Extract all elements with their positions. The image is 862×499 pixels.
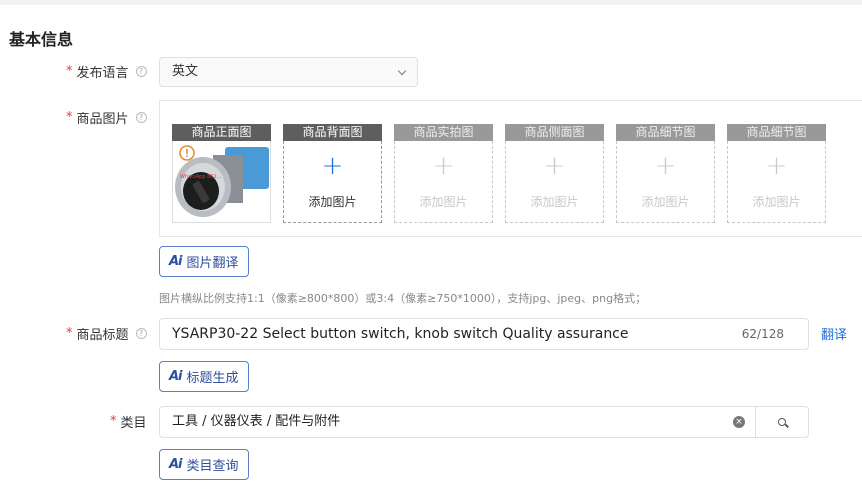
language-label-text: 发布语言 — [76, 66, 129, 81]
images-label: * 商品图片 ? — [66, 108, 147, 127]
category-query-label: 类目查询 — [186, 459, 239, 474]
add-image-label: 添加图片 — [530, 195, 579, 209]
plus-icon: + — [654, 151, 677, 181]
title-label: * 商品标题 ? — [66, 324, 147, 343]
close-circle-icon[interactable]: × — [733, 416, 745, 428]
image-translate-label: 图片翻译 — [186, 256, 239, 271]
add-image-label: 添加图片 — [419, 195, 468, 209]
title-label-text: 商品标题 — [76, 328, 129, 343]
category-input[interactable]: 工具 / 仪器仪表 / 配件与附件 × — [159, 406, 756, 438]
image-translate-button[interactable]: Ai 图片翻译 — [159, 246, 249, 277]
add-image-label: 添加图片 — [641, 195, 690, 209]
product-photo[interactable]: WhatsApp 861... — [172, 141, 271, 223]
add-image-box[interactable]: + 添加图片 — [283, 141, 382, 223]
add-image-box: + 添加图片 — [394, 141, 493, 223]
category-query-button[interactable]: Ai 类目查询 — [159, 449, 249, 480]
image-slot-caption: 商品细节图 — [727, 124, 826, 141]
category-label-text: 类目 — [120, 416, 147, 431]
chevron-down-icon — [397, 66, 407, 76]
required-mark: * — [66, 326, 73, 341]
add-image-box: + 添加图片 — [505, 141, 604, 223]
image-slot-front[interactable]: 商品正面图 WhatsApp 861... — [172, 124, 271, 223]
title-generate-button[interactable]: Ai 标题生成 — [159, 361, 249, 392]
image-slot-detail-2: 商品细节图 + 添加图片 — [727, 124, 826, 223]
add-image-label: 添加图片 — [752, 195, 801, 209]
add-image-label: 添加图片 — [308, 195, 357, 209]
plus-icon: + — [543, 151, 566, 181]
plus-icon: + — [321, 151, 344, 181]
image-slot-real: 商品实拍图 + 添加图片 — [394, 124, 493, 223]
language-select-value: 英文 — [172, 64, 199, 79]
required-mark: * — [66, 64, 73, 79]
category-label: * 类目 — [110, 412, 147, 431]
language-label: * 发布语言 ? — [66, 62, 147, 81]
ai-icon: Ai — [169, 254, 182, 269]
image-slot-caption: 商品实拍图 — [394, 124, 493, 141]
images-label-text: 商品图片 — [76, 112, 129, 127]
product-photo-image: WhatsApp 861... — [173, 141, 270, 222]
product-title-value: YSARP30-22 Select button switch, knob sw… — [172, 326, 629, 342]
image-slot-back[interactable]: 商品背面图 + 添加图片 — [283, 124, 382, 223]
add-image-box: + 添加图片 — [616, 141, 715, 223]
image-format-hint: 图片横纵比例支持1:1（像素≥800*800）或3:4（像素≥750*1000）… — [159, 292, 647, 305]
category-search-button[interactable] — [755, 406, 809, 438]
plus-icon: + — [432, 151, 455, 181]
title-char-count: 62/128 — [741, 327, 784, 341]
image-slot-detail-1: 商品细节图 + 添加图片 — [616, 124, 715, 223]
top-divider — [0, 0, 862, 5]
required-mark: * — [66, 110, 73, 125]
image-slot-caption: 商品侧面图 — [505, 124, 604, 141]
translate-link[interactable]: 翻译 — [821, 324, 847, 343]
ai-icon: Ai — [169, 369, 182, 384]
language-select[interactable]: 英文 — [159, 57, 418, 87]
title-generate-label: 标题生成 — [186, 371, 239, 386]
required-mark: * — [110, 414, 117, 429]
search-icon — [778, 418, 786, 426]
plus-icon: + — [765, 151, 788, 181]
image-slot-caption: 商品背面图 — [283, 124, 382, 141]
image-slot-side: 商品侧面图 + 添加图片 — [505, 124, 604, 223]
category-value: 工具 / 仪器仪表 / 配件与附件 — [172, 414, 341, 429]
add-image-box: + 添加图片 — [727, 141, 826, 223]
question-circle-icon[interactable]: ? — [135, 328, 147, 339]
question-circle-icon[interactable]: ? — [135, 66, 147, 77]
section-title: 基本信息 — [9, 30, 74, 49]
image-slot-caption: 商品细节图 — [616, 124, 715, 141]
product-title-input[interactable]: YSARP30-22 Select button switch, knob sw… — [159, 318, 809, 350]
svg-text:WhatsApp 861...: WhatsApp 861... — [180, 174, 222, 180]
question-circle-icon[interactable]: ? — [135, 112, 147, 123]
ai-icon: Ai — [169, 457, 182, 472]
image-slot-caption: 商品正面图 — [172, 124, 271, 141]
